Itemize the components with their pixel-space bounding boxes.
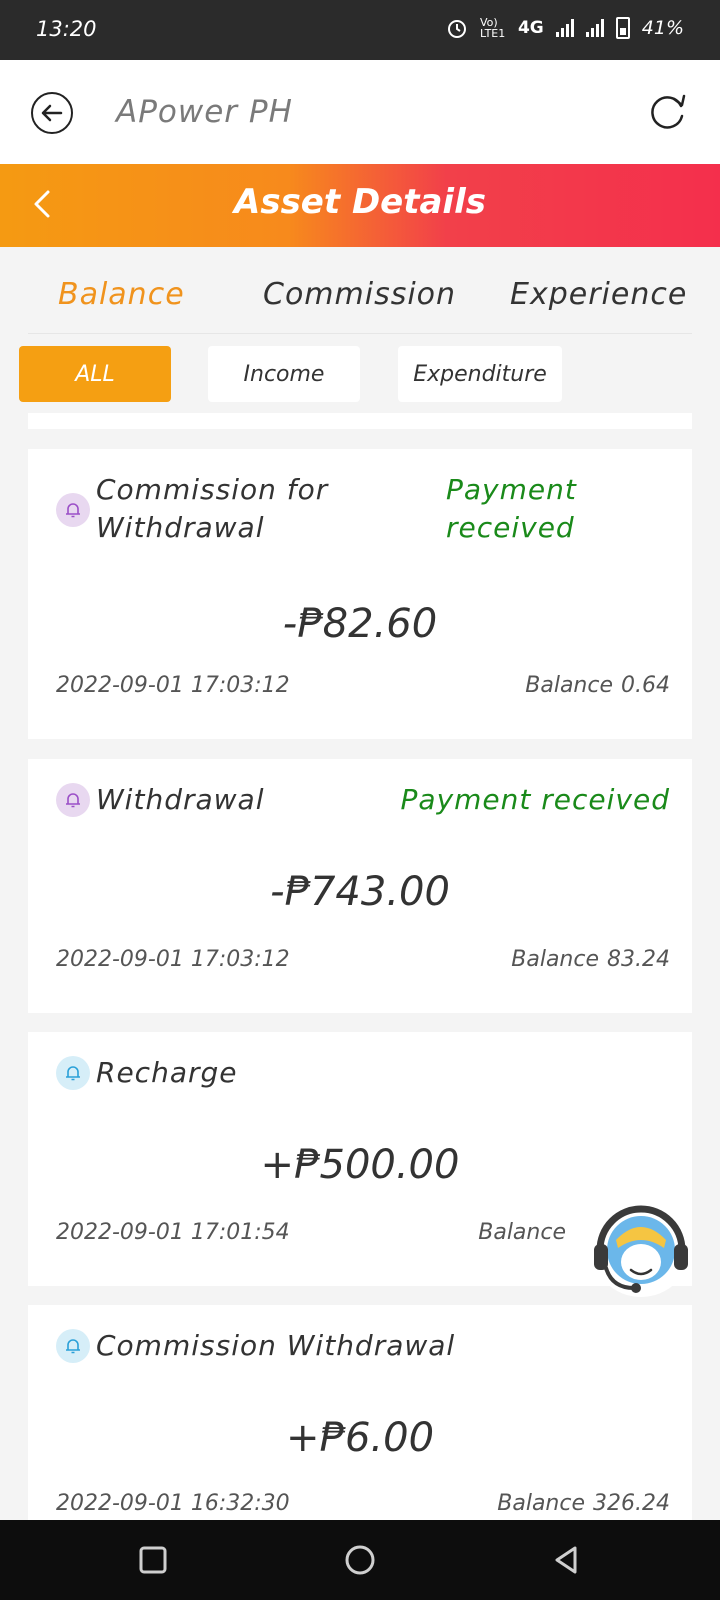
back-icon[interactable] — [547, 1540, 587, 1580]
transaction-datetime: 2022-09-01 17:01:54 — [56, 1220, 290, 1245]
page-title: Asset Details — [234, 182, 486, 222]
transaction-amount: -₱82.60 — [282, 601, 438, 647]
list-top-edge — [28, 413, 692, 429]
refresh-icon[interactable] — [645, 90, 689, 134]
filter-expenditure[interactable]: Expenditure — [398, 346, 562, 402]
transaction-card[interactable]: Withdrawal Payment received -₱743.00 202… — [28, 759, 692, 1013]
browser-title: APower PH — [116, 94, 293, 130]
transaction-status-line: received — [446, 511, 575, 544]
arrow-left-glyph — [41, 104, 63, 122]
page-header: Asset Details — [0, 164, 720, 247]
battery-level: 41% — [641, 17, 684, 39]
transaction-status: Payment received — [400, 783, 670, 816]
alarm-icon — [447, 20, 466, 38]
transaction-balance: Balance 83.24 — [511, 947, 670, 972]
home-icon[interactable] — [340, 1540, 380, 1580]
balance-label: Balance — [497, 1491, 586, 1516]
status-icons: Vo) LTE1 4G 41% — [446, 17, 684, 39]
transaction-title: Recharge — [96, 1056, 238, 1089]
transaction-title-line: Withdrawal — [96, 511, 265, 544]
transaction-title: Commission for Withdrawal — [96, 471, 328, 547]
balance-label: Balance — [525, 673, 614, 698]
transaction-amount: -₱743.00 — [270, 869, 450, 915]
transaction-title: Withdrawal — [96, 783, 265, 816]
transaction-datetime: 2022-09-01 17:03:12 — [56, 673, 290, 698]
filter-income[interactable]: Income — [208, 346, 360, 402]
bell-icon — [56, 1329, 90, 1363]
balance-value: 83.24 — [607, 947, 670, 972]
bell-icon — [56, 1056, 90, 1090]
transaction-balance: Balance 326.24 — [497, 1491, 670, 1516]
transaction-status: Payment received — [446, 471, 577, 547]
transaction-amount: +₱6.00 — [285, 1415, 435, 1461]
transaction-status-line: Payment — [446, 473, 577, 506]
bell-icon — [56, 783, 90, 817]
transaction-card[interactable]: Commission for Withdrawal Payment receiv… — [28, 449, 692, 739]
transaction-card[interactable]: Commission Withdrawal +₱6.00 2022-09-01 … — [28, 1305, 692, 1520]
status-time: 13:20 — [36, 17, 97, 41]
circle-arrow-left-icon[interactable] — [31, 92, 73, 134]
tab-experience[interactable]: Experience — [510, 277, 687, 312]
volte-label: Vo) LTE1 — [479, 16, 506, 40]
balance-value: 326.24 — [593, 1491, 670, 1516]
balance-value: 0.64 — [621, 673, 670, 698]
balance-label: Balance — [511, 947, 600, 972]
transaction-amount: +₱500.00 — [260, 1142, 460, 1188]
browser-bar: APower PH — [0, 60, 720, 164]
transaction-balance: Balance 0.64 — [525, 673, 670, 698]
signal-icon — [555, 19, 574, 37]
tab-bar: Balance Commission Experience — [0, 247, 720, 334]
transaction-title: Commission Withdrawal — [96, 1329, 456, 1362]
customer-service-icon[interactable] — [586, 1192, 696, 1302]
filter-bar: ALL Income Expenditure — [0, 334, 720, 414]
balance-label: Balance — [478, 1220, 566, 1245]
transaction-datetime: 2022-09-01 17:03:12 — [56, 947, 290, 972]
network-type: 4G — [517, 18, 544, 38]
filter-all[interactable]: ALL — [19, 346, 171, 402]
tab-commission[interactable]: Commission — [263, 277, 456, 312]
transaction-title-line: Commission for — [96, 473, 329, 506]
recents-icon[interactable] — [133, 1540, 173, 1580]
signal-icon-2 — [585, 19, 604, 37]
status-bar: 13:20 Vo) LTE1 4G 41% — [0, 0, 720, 60]
bell-icon — [56, 493, 90, 527]
battery-icon — [615, 17, 630, 39]
system-nav-bar — [0, 1520, 720, 1600]
transaction-balance: Balance — [478, 1220, 574, 1245]
tab-balance[interactable]: Balance — [58, 277, 185, 312]
transaction-datetime: 2022-09-01 16:32:30 — [56, 1491, 290, 1516]
